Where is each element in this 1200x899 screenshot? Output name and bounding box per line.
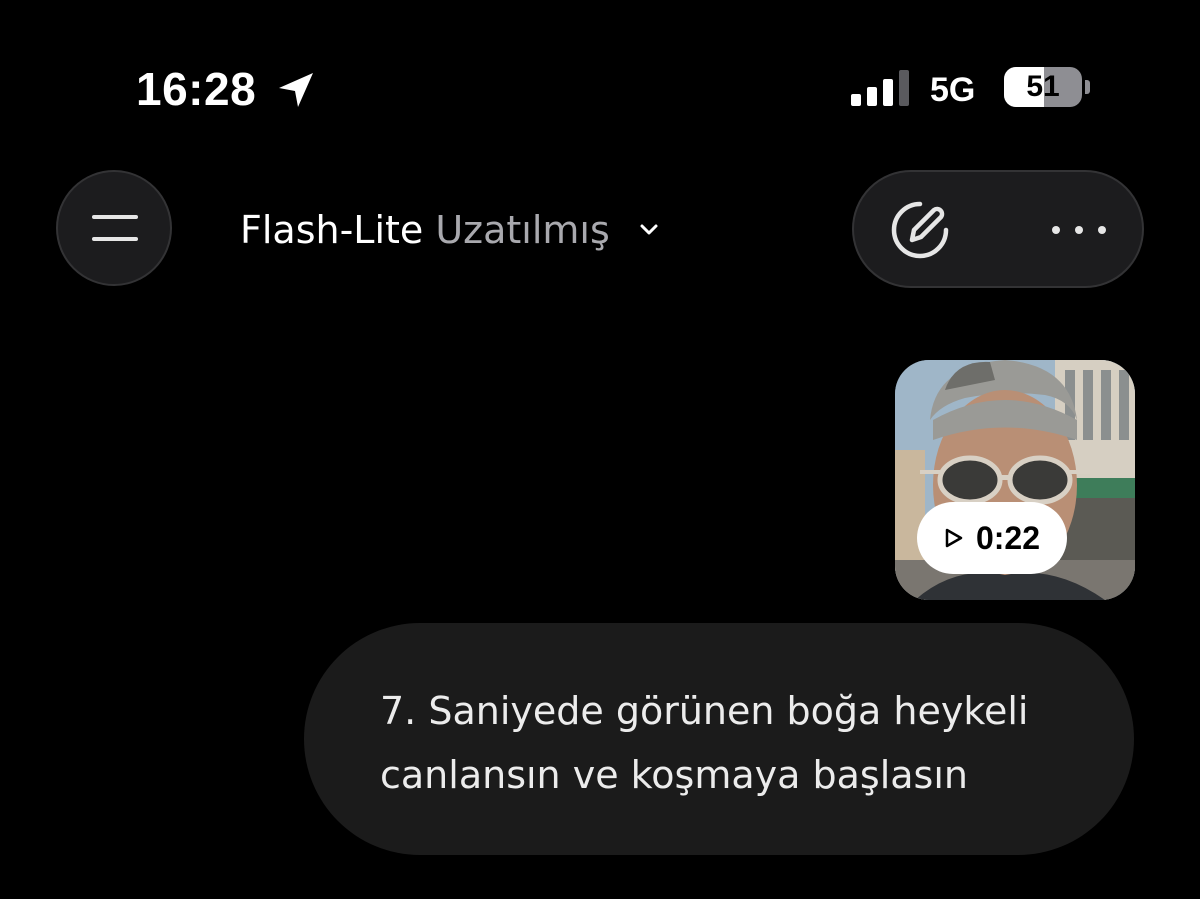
- battery-level: 51: [1026, 70, 1060, 103]
- video-attachment[interactable]: 0:22: [895, 360, 1135, 600]
- video-duration-badge: 0:22: [917, 502, 1067, 574]
- menu-button[interactable]: [56, 170, 172, 286]
- battery-nub: [1085, 80, 1090, 94]
- more-horizontal-icon[interactable]: [1044, 210, 1114, 250]
- user-message-text: 7. Saniyede görünen boğa heykeli canlans…: [380, 689, 1029, 797]
- model-name: Flash-Lite: [240, 208, 424, 252]
- header-actions: [852, 170, 1144, 288]
- chevron-down-icon: [640, 224, 658, 235]
- battery-indicator: 51: [1004, 67, 1082, 107]
- play-icon: [945, 528, 963, 548]
- network-type: 5G: [930, 71, 976, 109]
- status-time: 16:28: [136, 63, 257, 115]
- model-selector[interactable]: Flash-Lite Uzatılmış: [240, 204, 660, 256]
- model-variant: Uzatılmış: [435, 208, 610, 252]
- user-message-bubble: 7. Saniyede görünen boğa heykeli canlans…: [304, 623, 1134, 855]
- menu-icon: [92, 215, 138, 219]
- edit-icon[interactable]: [884, 194, 956, 266]
- video-duration: 0:22: [975, 520, 1041, 556]
- location-arrow-icon: [279, 73, 313, 107]
- cellular-signal-icon: [851, 70, 909, 106]
- menu-icon-bottom-line: [92, 237, 138, 241]
